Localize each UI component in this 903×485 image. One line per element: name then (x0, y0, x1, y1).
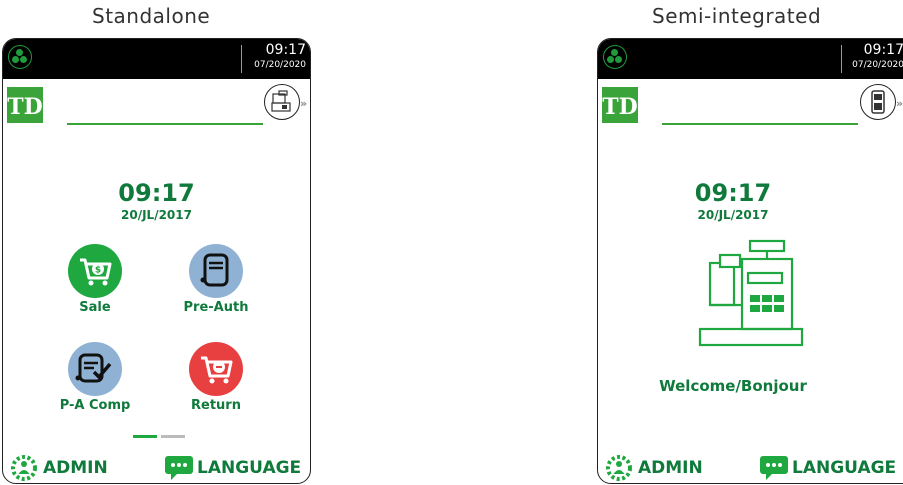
admin-button[interactable]: ADMIN (7, 455, 108, 481)
td-logo: TD (602, 87, 638, 123)
sale-label: Sale (79, 300, 111, 315)
admin-label: ADMIN (638, 458, 703, 478)
chat-bubble-icon (760, 456, 788, 480)
status-logo-icon (8, 45, 32, 69)
chevron-right-icon: » (896, 97, 903, 110)
mode-button[interactable] (264, 84, 300, 120)
status-bar: 09:17 07/20/2020 (598, 39, 903, 79)
chevron-right-icon: » (300, 97, 308, 110)
display-date: 20/JL/2017 (697, 208, 769, 222)
standalone-title: Standalone (92, 4, 211, 28)
language-button[interactable]: LANGUAGE (758, 456, 896, 480)
admin-button[interactable]: ADMIN (602, 455, 703, 481)
status-divider (841, 45, 842, 73)
status-date: 07/20/2020 (852, 60, 903, 70)
status-logo-icon (603, 45, 627, 69)
admin-gear-icon (606, 455, 632, 481)
status-time: 09:17 (265, 42, 306, 58)
receipt-check-icon (68, 342, 122, 396)
cash-register-icon (696, 239, 806, 349)
terminal-icon (871, 90, 885, 114)
status-date: 07/20/2020 (254, 60, 306, 70)
display-date: 20/JL/2017 (121, 208, 192, 222)
return-label: Return (191, 398, 241, 413)
sale-button[interactable]: $ Sale (55, 244, 135, 315)
svg-text:TD: TD (7, 94, 42, 120)
header-rule (662, 123, 858, 125)
welcome-message: Welcome/Bonjour (659, 377, 807, 395)
language-button[interactable]: LANGUAGE (163, 456, 301, 480)
chat-bubble-icon (165, 456, 193, 480)
status-bar: 09:17 07/20/2020 (3, 39, 310, 79)
header-rule (67, 123, 263, 125)
admin-gear-icon (11, 455, 37, 481)
pa-comp-button[interactable]: P-A Comp (55, 342, 135, 413)
pre-auth-label: Pre-Auth (183, 300, 249, 315)
admin-label: ADMIN (43, 458, 108, 478)
status-divider (241, 45, 242, 73)
receipt-icon (189, 244, 243, 298)
page-indicator-active[interactable] (133, 435, 157, 438)
cart-minus-icon (189, 342, 243, 396)
display-time: 09:17 (118, 179, 195, 207)
display-time: 09:17 (694, 179, 772, 207)
language-label: LANGUAGE (197, 458, 302, 478)
semi-integrated-device: 09:17 07/20/2020 TD » 09:17 20/JL/2017 W… (597, 38, 903, 484)
td-logo: TD (7, 87, 43, 123)
td-logo-icon: TD (7, 94, 42, 120)
cash-register-icon (271, 90, 291, 112)
return-button[interactable]: Return (176, 342, 256, 413)
language-label: LANGUAGE (792, 458, 897, 478)
cart-dollar-icon: $ (68, 244, 122, 298)
page-indicator-inactive[interactable] (161, 435, 185, 438)
svg-text:$: $ (95, 266, 101, 276)
mode-button[interactable] (860, 84, 896, 120)
td-logo-icon: TD (602, 94, 637, 120)
semi-integrated-title: Semi-integrated (652, 4, 822, 28)
standalone-device: 09:17 07/20/2020 TD » 09:17 20/JL/2017 $… (2, 38, 311, 484)
pre-auth-button[interactable]: Pre-Auth (176, 244, 256, 315)
svg-text:TD: TD (602, 94, 637, 120)
status-time: 09:17 (863, 42, 903, 58)
pa-comp-label: P-A Comp (59, 398, 131, 413)
